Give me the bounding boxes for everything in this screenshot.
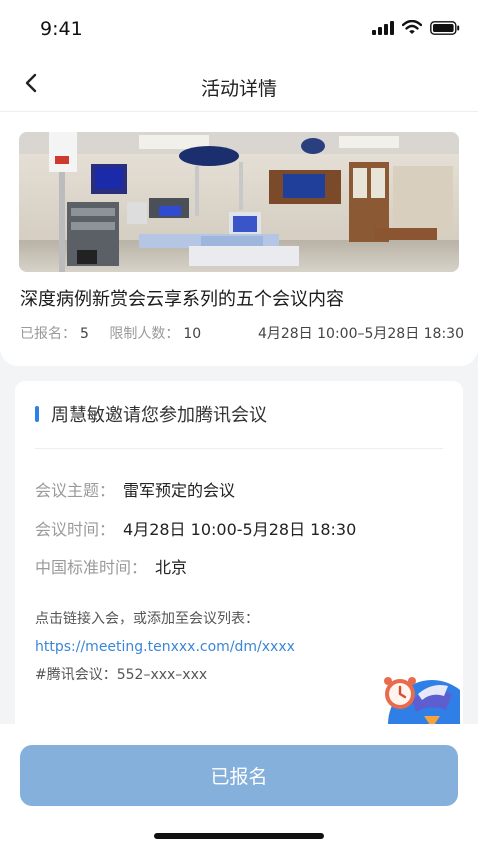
meeting-topic-row: 会议主题： 雷军预定的会议 — [35, 477, 235, 501]
invite-heading-text: 周慧敏邀请您参加腾讯会议 — [51, 405, 267, 426]
link-hint: 点击链接入会，或添加至会议列表： — [35, 611, 259, 627]
accent-bar — [35, 406, 39, 422]
event-time-range: 4月28日 10:00–5月28日 18:30 — [257, 326, 464, 342]
battery-icon — [430, 20, 460, 39]
event-title: 深度病例新赏会云享系列的五个会议内容 — [20, 289, 344, 310]
invite-heading: 周慧敏邀请您参加腾讯会议 — [35, 401, 267, 427]
bottom-action-bar: 已报名 — [0, 724, 478, 850]
event-header-section: 9:41 活动详情 深度病例新赏会云享系列的五个会议内容 已报名： 5 限制人数… — [0, 0, 478, 366]
meeting-time-row: 会议时间： 4月28日 10:00-5月28日 18:30 — [35, 516, 356, 540]
signal-icon — [372, 20, 394, 39]
status-time: 9:41 — [40, 18, 83, 40]
meeting-link-block: 点击链接入会，或添加至会议列表： https://meeting.tenxxx.… — [35, 605, 295, 689]
meeting-time-label: 会议时间： — [35, 520, 116, 539]
registered-count: 5 — [80, 326, 89, 342]
registered-label: 已报名： — [20, 326, 76, 342]
registered-button[interactable]: 已报名 — [20, 745, 458, 806]
status-bar: 9:41 — [0, 0, 478, 58]
meeting-topic-value: 雷军预定的会议 — [123, 481, 236, 500]
meeting-topic-label: 会议主题： — [35, 481, 116, 500]
status-icons — [372, 19, 460, 39]
timezone-value: 北京 — [155, 558, 188, 577]
home-indicator — [154, 833, 324, 839]
navigation-bar: 活动详情 — [0, 62, 478, 112]
event-meta: 已报名： 5 限制人数： 10 4月28日 10:00–5月28日 18:30 — [20, 323, 464, 343]
limit-count: 10 — [183, 326, 202, 342]
divider — [35, 448, 443, 449]
wifi-icon — [401, 19, 423, 39]
timezone-row: 中国标准时间： 北京 — [35, 554, 187, 578]
timezone-label: 中国标准时间： — [35, 558, 148, 577]
event-banner-image — [19, 132, 459, 272]
meeting-time-value: 4月28日 10:00-5月28日 18:30 — [123, 520, 357, 539]
meeting-id: #腾讯会议：552–xxx–xxx — [35, 667, 208, 683]
page-title: 活动详情 — [200, 78, 277, 100]
meeting-link[interactable]: https://meeting.tenxxx.com/dm/xxxx — [35, 633, 295, 661]
limit-label: 限制人数： — [109, 326, 180, 342]
